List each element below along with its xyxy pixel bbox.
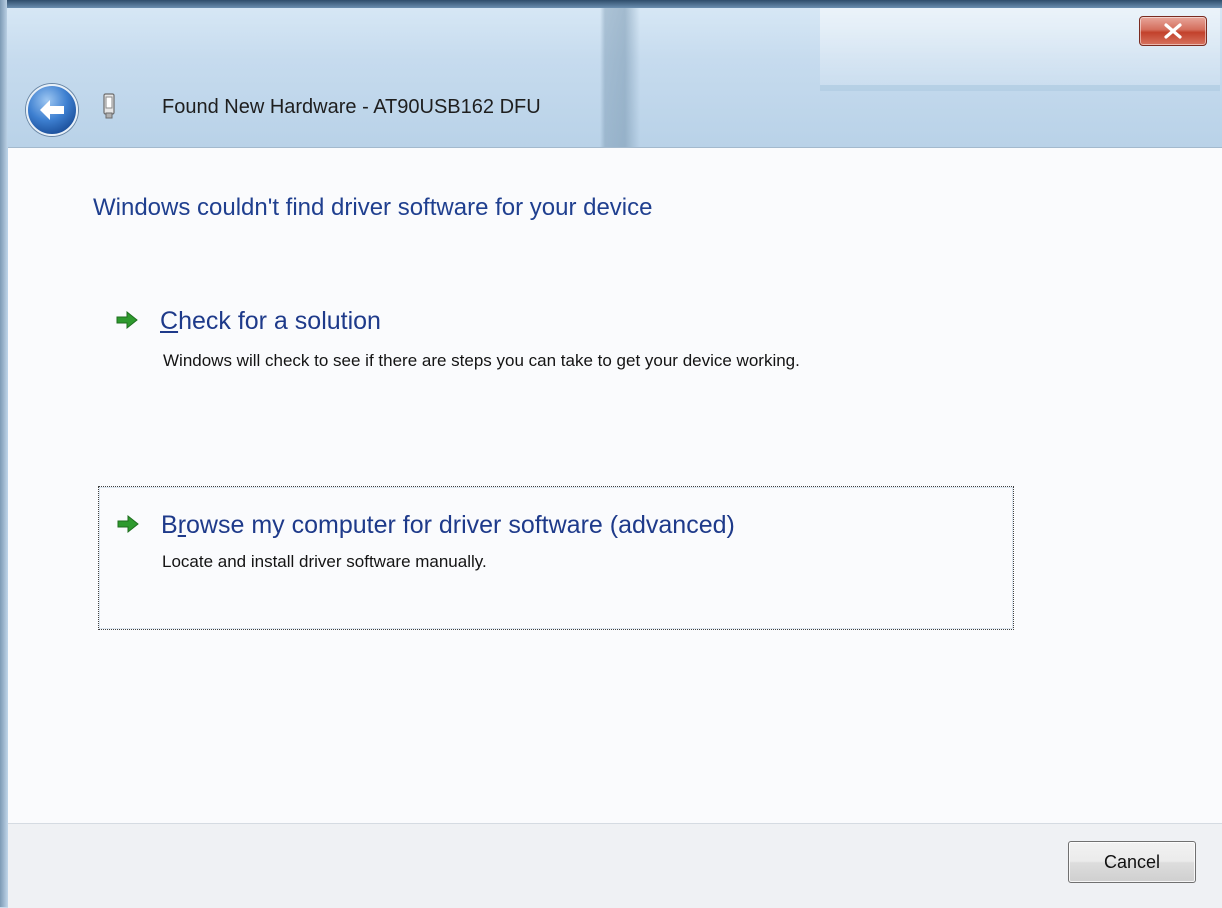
window-title: Found New Hardware - AT90USB162 DFU bbox=[162, 96, 541, 118]
check-for-solution-option[interactable]: Check for a solution Windows will check … bbox=[110, 303, 1000, 413]
browse-computer-description: Locate and install driver software manua… bbox=[162, 552, 487, 571]
green-arrow-icon bbox=[116, 310, 138, 330]
button-bar bbox=[8, 823, 1222, 908]
window-top-edge bbox=[0, 0, 1222, 8]
option-title-rest: owse my computer for driver software (ad… bbox=[186, 511, 735, 539]
accelerator-key: r bbox=[177, 511, 187, 539]
back-arrow-icon bbox=[40, 100, 64, 120]
accelerator-key: C bbox=[160, 307, 179, 335]
window-left-edge bbox=[0, 0, 7, 907]
check-for-solution-description: Windows will check to see if there are s… bbox=[163, 351, 800, 370]
close-icon bbox=[1164, 23, 1182, 39]
usb-device-icon bbox=[103, 93, 115, 119]
browse-computer-option[interactable]: Browse my computer for driver software (… bbox=[98, 486, 1014, 630]
check-for-solution-title: Check for a solution bbox=[160, 307, 381, 336]
back-button[interactable] bbox=[26, 84, 78, 136]
page-heading: Windows couldn't find driver software fo… bbox=[93, 194, 653, 221]
green-arrow-icon bbox=[117, 514, 139, 534]
option-title-rest: heck for a solution bbox=[178, 307, 381, 335]
close-button[interactable] bbox=[1139, 16, 1207, 46]
cancel-button[interactable]: Cancel bbox=[1068, 841, 1196, 883]
option-title-pre: B bbox=[161, 511, 178, 539]
browse-computer-title: Browse my computer for driver software (… bbox=[161, 511, 735, 540]
